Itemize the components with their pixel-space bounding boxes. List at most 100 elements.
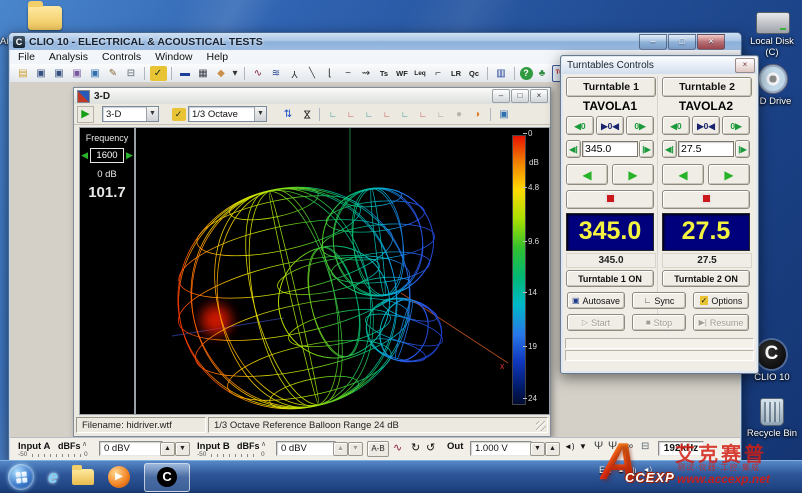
menu-file[interactable]: File <box>18 51 35 63</box>
viewer-titlebar[interactable]: 3-D <box>74 88 550 105</box>
tt2-step-right-button[interactable]: |▶ <box>735 140 750 158</box>
tt2-center-button[interactable]: ▶0◀ <box>692 116 720 135</box>
start-measurement-button[interactable]: ▶ <box>77 106 94 123</box>
view-back-icon[interactable]: ∟ <box>343 107 360 122</box>
tt1-center-button[interactable]: ▶0◀ <box>596 116 624 135</box>
turntable-2-header[interactable]: Turntable 2 <box>662 77 752 97</box>
tt2-jog-right-button[interactable]: ▶ <box>708 164 750 185</box>
out-down-button[interactable]: ▼ <box>530 442 545 456</box>
tt1-step-left-button[interactable]: ◀| <box>566 140 581 158</box>
decay-icon[interactable]: ╲ <box>304 66 321 81</box>
tray-expand-icon[interactable]: ▲ <box>618 467 625 474</box>
mode-dropdown-icon[interactable]: ▼ <box>146 107 158 121</box>
view-front-icon[interactable]: ∟ <box>325 107 342 122</box>
close-button[interactable]: × <box>697 34 725 50</box>
view-bottom-icon[interactable]: ∟ <box>415 107 432 122</box>
options-button[interactable]: ✓ Options <box>693 292 749 309</box>
wow-flutter-icon[interactable]: WF <box>394 66 411 81</box>
view-iso-icon[interactable]: ∟ <box>433 107 450 122</box>
maximize-button[interactable]: □ <box>668 34 696 50</box>
thiele-small-icon[interactable]: Ts <box>376 66 393 81</box>
balloon-plot[interactable]: x 0 dB 4.8 9.6 14 19 24 <box>135 127 550 415</box>
mic-2-icon[interactable]: Ψ <box>608 440 617 452</box>
capture-icon[interactable]: ▦ <box>195 66 212 81</box>
smoothing-options-icon[interactable]: ✓ <box>172 108 186 121</box>
tt1-on-button[interactable]: Turntable 1 ON <box>566 270 654 287</box>
generator-icon[interactable]: ∿ <box>393 441 402 454</box>
desktop-folder-icon[interactable] <box>28 6 62 30</box>
tt2-step-left-button[interactable]: ◀| <box>662 140 677 158</box>
options-icon[interactable]: ✓ <box>150 66 167 81</box>
input-b-down-button[interactable]: ▼ <box>348 442 363 456</box>
tt1-stop-button[interactable] <box>566 190 654 209</box>
tt1-jog-left-button[interactable]: ◀ <box>566 164 608 185</box>
spectrum-icon[interactable]: ⌊ <box>322 66 339 81</box>
notes-icon[interactable]: ✎ <box>105 66 122 81</box>
menu-analysis[interactable]: Analysis <box>49 51 88 63</box>
view-top-icon[interactable]: ∟ <box>397 107 414 122</box>
loop-a-icon[interactable]: ↻ <box>411 441 420 454</box>
out-level[interactable]: 1.000 V <box>470 441 532 456</box>
stop-button[interactable]: ■ Stop <box>632 314 686 331</box>
dialog-close-button[interactable]: × <box>735 58 755 73</box>
sync-button[interactable]: ∟ Sync <box>632 292 686 309</box>
tt1-jog-right-button[interactable]: ▶ <box>612 164 654 185</box>
viewer-minimize-button[interactable]: – <box>492 89 510 103</box>
main-titlebar[interactable]: C CLIO 10 - ELECTRICAL & ACOUSTICAL TEST… <box>9 33 741 50</box>
start-button[interactable] <box>8 464 34 490</box>
viewer-maximize-button[interactable]: □ <box>511 89 529 103</box>
qc-icon[interactable]: Qc <box>466 66 483 81</box>
export-balloon-icon[interactable]: ▣ <box>496 107 513 122</box>
minimize-button[interactable]: – <box>639 34 667 50</box>
resize-grip[interactable] <box>536 421 546 431</box>
clio-taskbar-button[interactable]: C <box>144 463 190 492</box>
help-icon[interactable]: ? <box>520 67 533 80</box>
autosave-button[interactable]: ▣ Autosave <box>567 292 625 309</box>
hardware-icon[interactable]: ▥ <box>493 66 510 81</box>
lr-icon[interactable]: LR <box>448 66 465 81</box>
start-button[interactable]: ▷ Start <box>567 314 625 331</box>
tt2-goto-zero-right-button[interactable]: 0▶ <box>722 116 750 135</box>
open-icon[interactable]: ▤ <box>15 66 32 81</box>
autoscale-icon[interactable]: ⇅ <box>280 107 297 122</box>
print-icon[interactable]: ⊟ <box>123 66 140 81</box>
tt2-jog-left-button[interactable]: ◀ <box>662 164 704 185</box>
tray-volume-icon[interactable]: ◄) <box>643 467 652 474</box>
mic-1-icon[interactable]: Ψ <box>594 440 603 452</box>
frequency-prev-button[interactable]: ◀ <box>81 150 88 161</box>
resume-button[interactable]: ▶| Resume <box>693 314 749 331</box>
tt1-goto-zero-left-button[interactable]: ◀0 <box>566 116 594 135</box>
loop-b-icon[interactable]: ↺ <box>426 441 435 454</box>
print-level-icon[interactable]: ⊟ <box>641 441 649 452</box>
input-b-up-button[interactable]: ▲ <box>333 442 348 456</box>
export-graphics-icon[interactable]: ▣ <box>69 66 86 81</box>
tt1-step-right-button[interactable]: |▶ <box>639 140 654 158</box>
mls-icon[interactable]: ≋ <box>268 66 285 81</box>
speaker-dropdown-icon[interactable]: ▼ <box>579 442 587 451</box>
cable-icon[interactable]: ∞ <box>626 441 633 452</box>
tt1-goto-zero-right-button[interactable]: 0▶ <box>626 116 654 135</box>
dialog-titlebar[interactable]: Turntables Controls <box>562 57 757 74</box>
tray-language[interactable]: EN <box>599 465 612 475</box>
monitor-icon[interactable]: ▬ <box>177 66 194 81</box>
view-right-icon[interactable]: ∟ <box>379 107 396 122</box>
about-icon[interactable]: ♣ <box>534 66 551 81</box>
process-icon[interactable]: ⋈ <box>299 106 314 123</box>
turntable-1-header[interactable]: Turntable 1 <box>566 77 656 97</box>
wmp-taskbar-icon[interactable]: ▶ <box>108 466 130 488</box>
ab-toggle-button[interactable]: A-B <box>367 441 389 457</box>
save-icon[interactable]: ▣ <box>33 66 50 81</box>
ie-taskbar-icon[interactable]: e <box>48 464 58 490</box>
frequency-next-button[interactable]: ▶ <box>126 150 133 161</box>
fft-icon[interactable]: ∿ <box>250 66 267 81</box>
input-a-up-button[interactable]: ▲ <box>160 442 175 456</box>
tt1-position-input[interactable] <box>582 141 638 157</box>
ball-icon[interactable]: ◑ <box>469 107 486 122</box>
recycle-bin-label[interactable]: Recycle Bin <box>742 428 802 439</box>
input-a-sensitivity[interactable]: 0 dBV <box>99 441 163 456</box>
linearity-icon[interactable]: ⌐ <box>430 66 447 81</box>
input-a-down-button[interactable]: ▼ <box>175 442 190 456</box>
eraser-dropdown-icon[interactable]: ▾ <box>231 66 240 81</box>
clio-10-icon[interactable]: C <box>757 340 786 369</box>
explorer-taskbar-icon[interactable] <box>72 469 94 485</box>
